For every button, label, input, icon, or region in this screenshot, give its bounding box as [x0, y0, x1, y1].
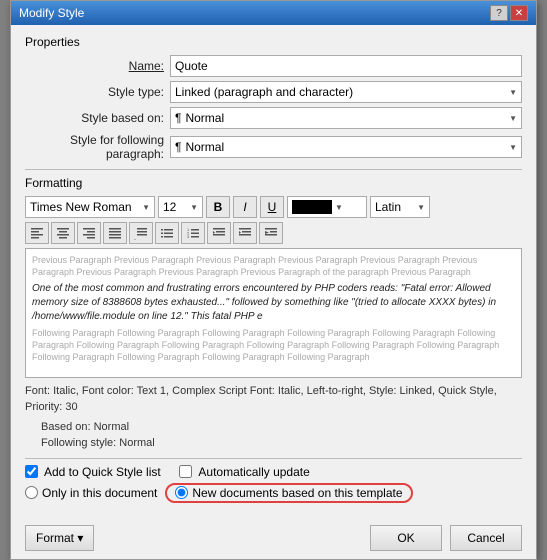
language-value: Latin: [375, 200, 401, 214]
add-to-quick-style-checkbox[interactable]: [25, 465, 38, 478]
modify-style-dialog: Modify Style ? ✕ Properties Name: Style …: [10, 0, 537, 560]
name-row: Name:: [25, 55, 522, 77]
style-type-value: Linked (paragraph and character): [175, 85, 353, 99]
size-arrow: ▼: [190, 203, 198, 212]
language-dropdown[interactable]: Latin ▼: [370, 196, 430, 218]
close-button[interactable]: ✕: [510, 5, 528, 21]
preview-previous: Previous Paragraph Previous Paragraph Pr…: [32, 255, 515, 278]
ok-button[interactable]: OK: [370, 525, 442, 551]
style-desc-main: Font: Italic, Font color: Text 1, Comple…: [25, 385, 497, 412]
new-documents-option: New documents based on this template: [165, 483, 412, 503]
style-type-row: Style type: Linked (paragraph and charac…: [25, 81, 522, 103]
font-row: Times New Roman ▼ 12 ▼ B I U ▼ Latin ▼: [25, 196, 522, 218]
add-to-quick-style-label: Add to Quick Style list: [44, 465, 161, 479]
preview-box: Previous Paragraph Previous Paragraph Pr…: [25, 248, 522, 378]
font-arrow: ▼: [142, 203, 150, 212]
align-row: 123: [25, 222, 522, 244]
preview-following: Following Paragraph Following Paragraph …: [32, 328, 515, 363]
preview-main: One of the most common and frustrating e…: [32, 282, 515, 324]
new-documents-radio[interactable]: [175, 486, 188, 499]
lang-arrow: ▼: [417, 203, 425, 212]
decrease-indent-btn[interactable]: [207, 222, 231, 244]
style-based-dropdown[interactable]: ¶ Normal ▼: [170, 107, 522, 129]
style-based-arrow: ▼: [509, 114, 517, 123]
checkbox-row: Add to Quick Style list Automatically up…: [25, 465, 522, 479]
size-dropdown[interactable]: 12 ▼: [158, 196, 203, 218]
align-justify-btn[interactable]: [103, 222, 127, 244]
properties-label: Properties: [25, 35, 522, 49]
underline-button[interactable]: U: [260, 196, 284, 218]
dialog-title: Modify Style: [19, 6, 84, 20]
font-size: 12: [163, 200, 176, 214]
increase-indent-btn[interactable]: [233, 222, 257, 244]
cancel-button[interactable]: Cancel: [450, 525, 522, 551]
only-in-document-label: Only in this document: [42, 486, 157, 500]
para-icon2: ¶: [175, 140, 181, 154]
radio-row: Only in this document New documents base…: [25, 483, 522, 503]
font-color-dropdown[interactable]: ▼: [287, 196, 367, 218]
options-section: Add to Quick Style list Automatically up…: [25, 465, 522, 503]
auto-update-label: Automatically update: [198, 465, 309, 479]
para-icon: ¶: [175, 111, 181, 125]
name-label: Name:: [25, 59, 170, 73]
line-spacing-btn[interactable]: [129, 222, 153, 244]
style-description: Font: Italic, Font color: Text 1, Comple…: [25, 384, 522, 415]
style-type-label: Style type:: [25, 85, 170, 99]
style-following-container: ¶ Normal ▼: [170, 136, 522, 158]
font-dropdown[interactable]: Times New Roman ▼: [25, 196, 155, 218]
italic-button[interactable]: I: [233, 196, 257, 218]
svg-text:3: 3: [187, 234, 190, 239]
align-center-btn[interactable]: [51, 222, 75, 244]
only-in-document-radio[interactable]: [25, 486, 38, 499]
title-bar: Modify Style ? ✕: [11, 1, 536, 25]
numbered-list-btn[interactable]: 123: [181, 222, 205, 244]
style-following-dropdown[interactable]: ¶ Normal ▼: [170, 136, 522, 158]
name-value-container: [170, 55, 522, 77]
formatting-section: Formatting Times New Roman ▼ 12 ▼ B I U …: [25, 176, 522, 378]
title-bar-controls: ? ✕: [490, 5, 528, 21]
divider2: [25, 458, 522, 459]
style-type-arrow: ▼: [509, 88, 517, 97]
style-based-container: ¶ Normal ▼: [170, 107, 522, 129]
list-btn[interactable]: [155, 222, 179, 244]
style-based-on: Based on: Normal Following style: Normal: [25, 419, 522, 452]
format-button[interactable]: Format ▾: [25, 525, 94, 551]
style-following-arrow: ▼: [509, 143, 517, 152]
font-name: Times New Roman: [30, 200, 132, 214]
bold-button[interactable]: B: [206, 196, 230, 218]
ok-cancel-buttons: OK Cancel: [370, 525, 522, 551]
style-following-row: Style for following paragraph: ¶ Normal …: [25, 133, 522, 161]
style-following-value: Normal: [185, 140, 224, 154]
new-documents-label: New documents based on this template: [192, 486, 402, 500]
color-swatch: [292, 200, 332, 214]
style-following-icon-value: ¶ Normal: [175, 140, 224, 154]
align-left-btn[interactable]: [25, 222, 49, 244]
help-button[interactable]: ?: [490, 5, 508, 21]
divider1: [25, 169, 522, 170]
dialog-body: Properties Name: Style type: Linked (par…: [11, 25, 536, 519]
style-type-container: Linked (paragraph and character) ▼: [170, 81, 522, 103]
extra-indent-btn[interactable]: [259, 222, 283, 244]
style-based-label: Style based on:: [25, 111, 170, 125]
only-in-document-option: Only in this document: [25, 486, 157, 500]
auto-update-checkbox[interactable]: [179, 465, 192, 478]
style-type-dropdown[interactable]: Linked (paragraph and character) ▼: [170, 81, 522, 103]
style-based-row: Style based on: ¶ Normal ▼: [25, 107, 522, 129]
style-based-icon-value: ¶ Normal: [175, 111, 224, 125]
style-based-value: Normal: [185, 111, 224, 125]
align-right-btn[interactable]: [77, 222, 101, 244]
color-arrow: ▼: [335, 203, 343, 212]
properties-section: Properties Name: Style type: Linked (par…: [25, 35, 522, 161]
name-input[interactable]: [170, 55, 522, 77]
style-following-label: Style for following paragraph:: [25, 133, 170, 161]
formatting-label: Formatting: [25, 176, 522, 190]
bottom-bar: Format ▾ OK Cancel: [11, 519, 536, 559]
